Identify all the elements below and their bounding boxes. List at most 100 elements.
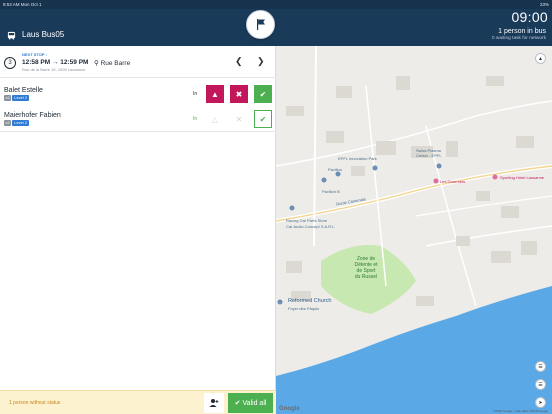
building — [501, 206, 519, 218]
seat-count-badge: x2 — [4, 95, 12, 101]
building — [456, 236, 470, 246]
map-view[interactable]: EPFL Innovation Park Swiss Plasma Center… — [276, 46, 552, 414]
level-badge: Level 2 — [12, 95, 30, 101]
map-label: Center - EPFL — [416, 153, 442, 158]
building — [326, 131, 344, 143]
chevron-right-icon: ❯ — [257, 56, 265, 66]
check-icon: ✔ — [259, 114, 267, 124]
bus-icon — [7, 31, 16, 40]
confirm-button[interactable]: ✔ — [254, 110, 272, 128]
map-label: Racing Car Parts Store — [286, 218, 328, 223]
building — [491, 251, 511, 263]
clock: 09:00 — [511, 9, 548, 25]
building — [446, 141, 458, 157]
location-arrow-icon: ➤ — [538, 399, 543, 406]
map-label: Foyer des Pâquis — [288, 306, 320, 311]
map-layer-button[interactable]: ☰ — [535, 361, 546, 372]
bus-name: Laus Bus05 — [22, 30, 65, 39]
check-icon: ✔ — [259, 89, 267, 99]
absent-button[interactable]: ✖ — [230, 85, 248, 103]
map-label: EPFL Innovation Park — [338, 156, 377, 161]
stop-time: 12:58 PM → 12:59 PM — [22, 59, 89, 66]
seat-count-badge: x2 — [4, 120, 12, 126]
report-problem-button[interactable]: △ — [206, 110, 224, 128]
valid-all-button[interactable]: ✔ Valid all — [228, 393, 273, 413]
stop-address: Rue de la Barre 16, 1005 Lausanne — [22, 67, 86, 72]
stop-place: ⚲ Rue Barre — [94, 59, 130, 67]
passenger-badges: x2 Level 2 — [4, 95, 30, 101]
poi-marker — [277, 299, 283, 305]
church-label: Reformed Church — [288, 298, 332, 304]
warning-icon: △ — [211, 114, 219, 124]
next-stop-card: 3 NEXT STOP : 12:58 PM → 12:59 PM ⚲ Rue … — [0, 46, 276, 78]
poi-marker — [433, 178, 439, 184]
passenger-status: In — [193, 116, 198, 122]
confirm-button[interactable]: ✔ — [254, 85, 272, 103]
map-label: Les Gourmets — [440, 179, 466, 184]
valid-all-label: Valid all — [242, 399, 267, 407]
chevron-left-icon: ❮ — [235, 56, 243, 66]
passenger-status: In — [193, 91, 198, 97]
building — [376, 141, 396, 155]
passenger-name: Maierhofer Fabien — [4, 112, 61, 119]
footer-bar: 1 person without status ✔ Valid all — [0, 390, 276, 414]
building — [516, 136, 534, 148]
add-person-icon — [209, 399, 219, 407]
next-stop-label: NEXT STOP : — [22, 52, 47, 57]
list-icon: ☰ — [538, 363, 543, 370]
passenger-badges: x2 Level 2 — [4, 120, 30, 126]
building — [286, 106, 304, 116]
battery-level: 23% — [539, 2, 549, 7]
status-time: 8:53 AM Mon Oct 1 — [3, 2, 42, 7]
map-label: Pavillon B — [322, 189, 340, 194]
compass-button[interactable]: ▲ — [535, 53, 546, 64]
passenger-row: Maierhofer Fabien x2 Level 2 In △ ✕ ✔ — [0, 107, 276, 132]
building — [521, 241, 537, 255]
poi-marker — [372, 165, 378, 171]
map-copyright: ©2018 Google - Map data ©2018 Google — [493, 409, 548, 413]
poi-marker — [289, 205, 295, 211]
level-badge: Level 2 — [12, 120, 30, 126]
menu-icon: ☰ — [538, 381, 543, 388]
check-icon: ✔ — [234, 400, 241, 407]
passenger-name: Balet Estelle — [4, 87, 43, 94]
previous-stop-button[interactable]: ❮ — [235, 56, 243, 67]
poi-marker — [492, 174, 498, 180]
poi-marker — [335, 171, 341, 177]
location-pin-icon: ⚲ — [94, 60, 99, 67]
status-bar: 8:53 AM Mon Oct 1 23% — [0, 0, 552, 9]
map-canvas — [276, 46, 552, 414]
people-count: 1 person in bus — [498, 28, 546, 35]
waiting-task-text: 0 waiting task for network — [491, 36, 546, 41]
flag-button[interactable] — [246, 10, 275, 39]
app-header: Laus Bus05 09:00 1 person in bus 0 waiti… — [0, 9, 552, 46]
building — [486, 76, 504, 86]
stop-place-name: Rue Barre — [100, 60, 131, 67]
building — [396, 76, 410, 90]
map-label: Pavilion — [328, 167, 343, 172]
report-problem-button[interactable]: ▲ — [206, 85, 224, 103]
add-person-button[interactable] — [204, 393, 224, 413]
map-label: Sporting Hotel Lausanne — [500, 175, 545, 180]
building — [416, 296, 434, 306]
compass-icon: ▲ — [538, 55, 543, 62]
building — [336, 86, 352, 98]
status-summary: 1 person without status — [9, 400, 61, 406]
park-label: Zone de Détente et de Sport du Russel — [354, 256, 378, 280]
poi-marker — [321, 177, 327, 183]
close-icon: ✕ — [235, 114, 243, 124]
map-menu-button[interactable]: ☰ — [535, 379, 546, 390]
absent-button[interactable]: ✕ — [230, 110, 248, 128]
passenger-row: Balet Estelle x2 Level 2 In ▲ ✖ ✔ — [0, 82, 276, 106]
google-logo: Google — [279, 406, 300, 412]
people-summary: 1 person in bus 0 waiting task for netwo… — [492, 28, 546, 41]
stop-number: 3 — [4, 57, 16, 69]
warning-icon: ▲ — [211, 89, 219, 99]
building — [351, 166, 365, 176]
locate-me-button[interactable]: ➤ — [535, 397, 546, 408]
next-stop-button[interactable]: ❯ — [257, 56, 265, 67]
map-label: Car Audio Concept S.A.R.L — [286, 224, 335, 229]
building — [286, 261, 302, 273]
stop-panel: 3 NEXT STOP : 12:58 PM → 12:59 PM ⚲ Rue … — [0, 46, 276, 390]
poi-marker — [436, 163, 442, 169]
